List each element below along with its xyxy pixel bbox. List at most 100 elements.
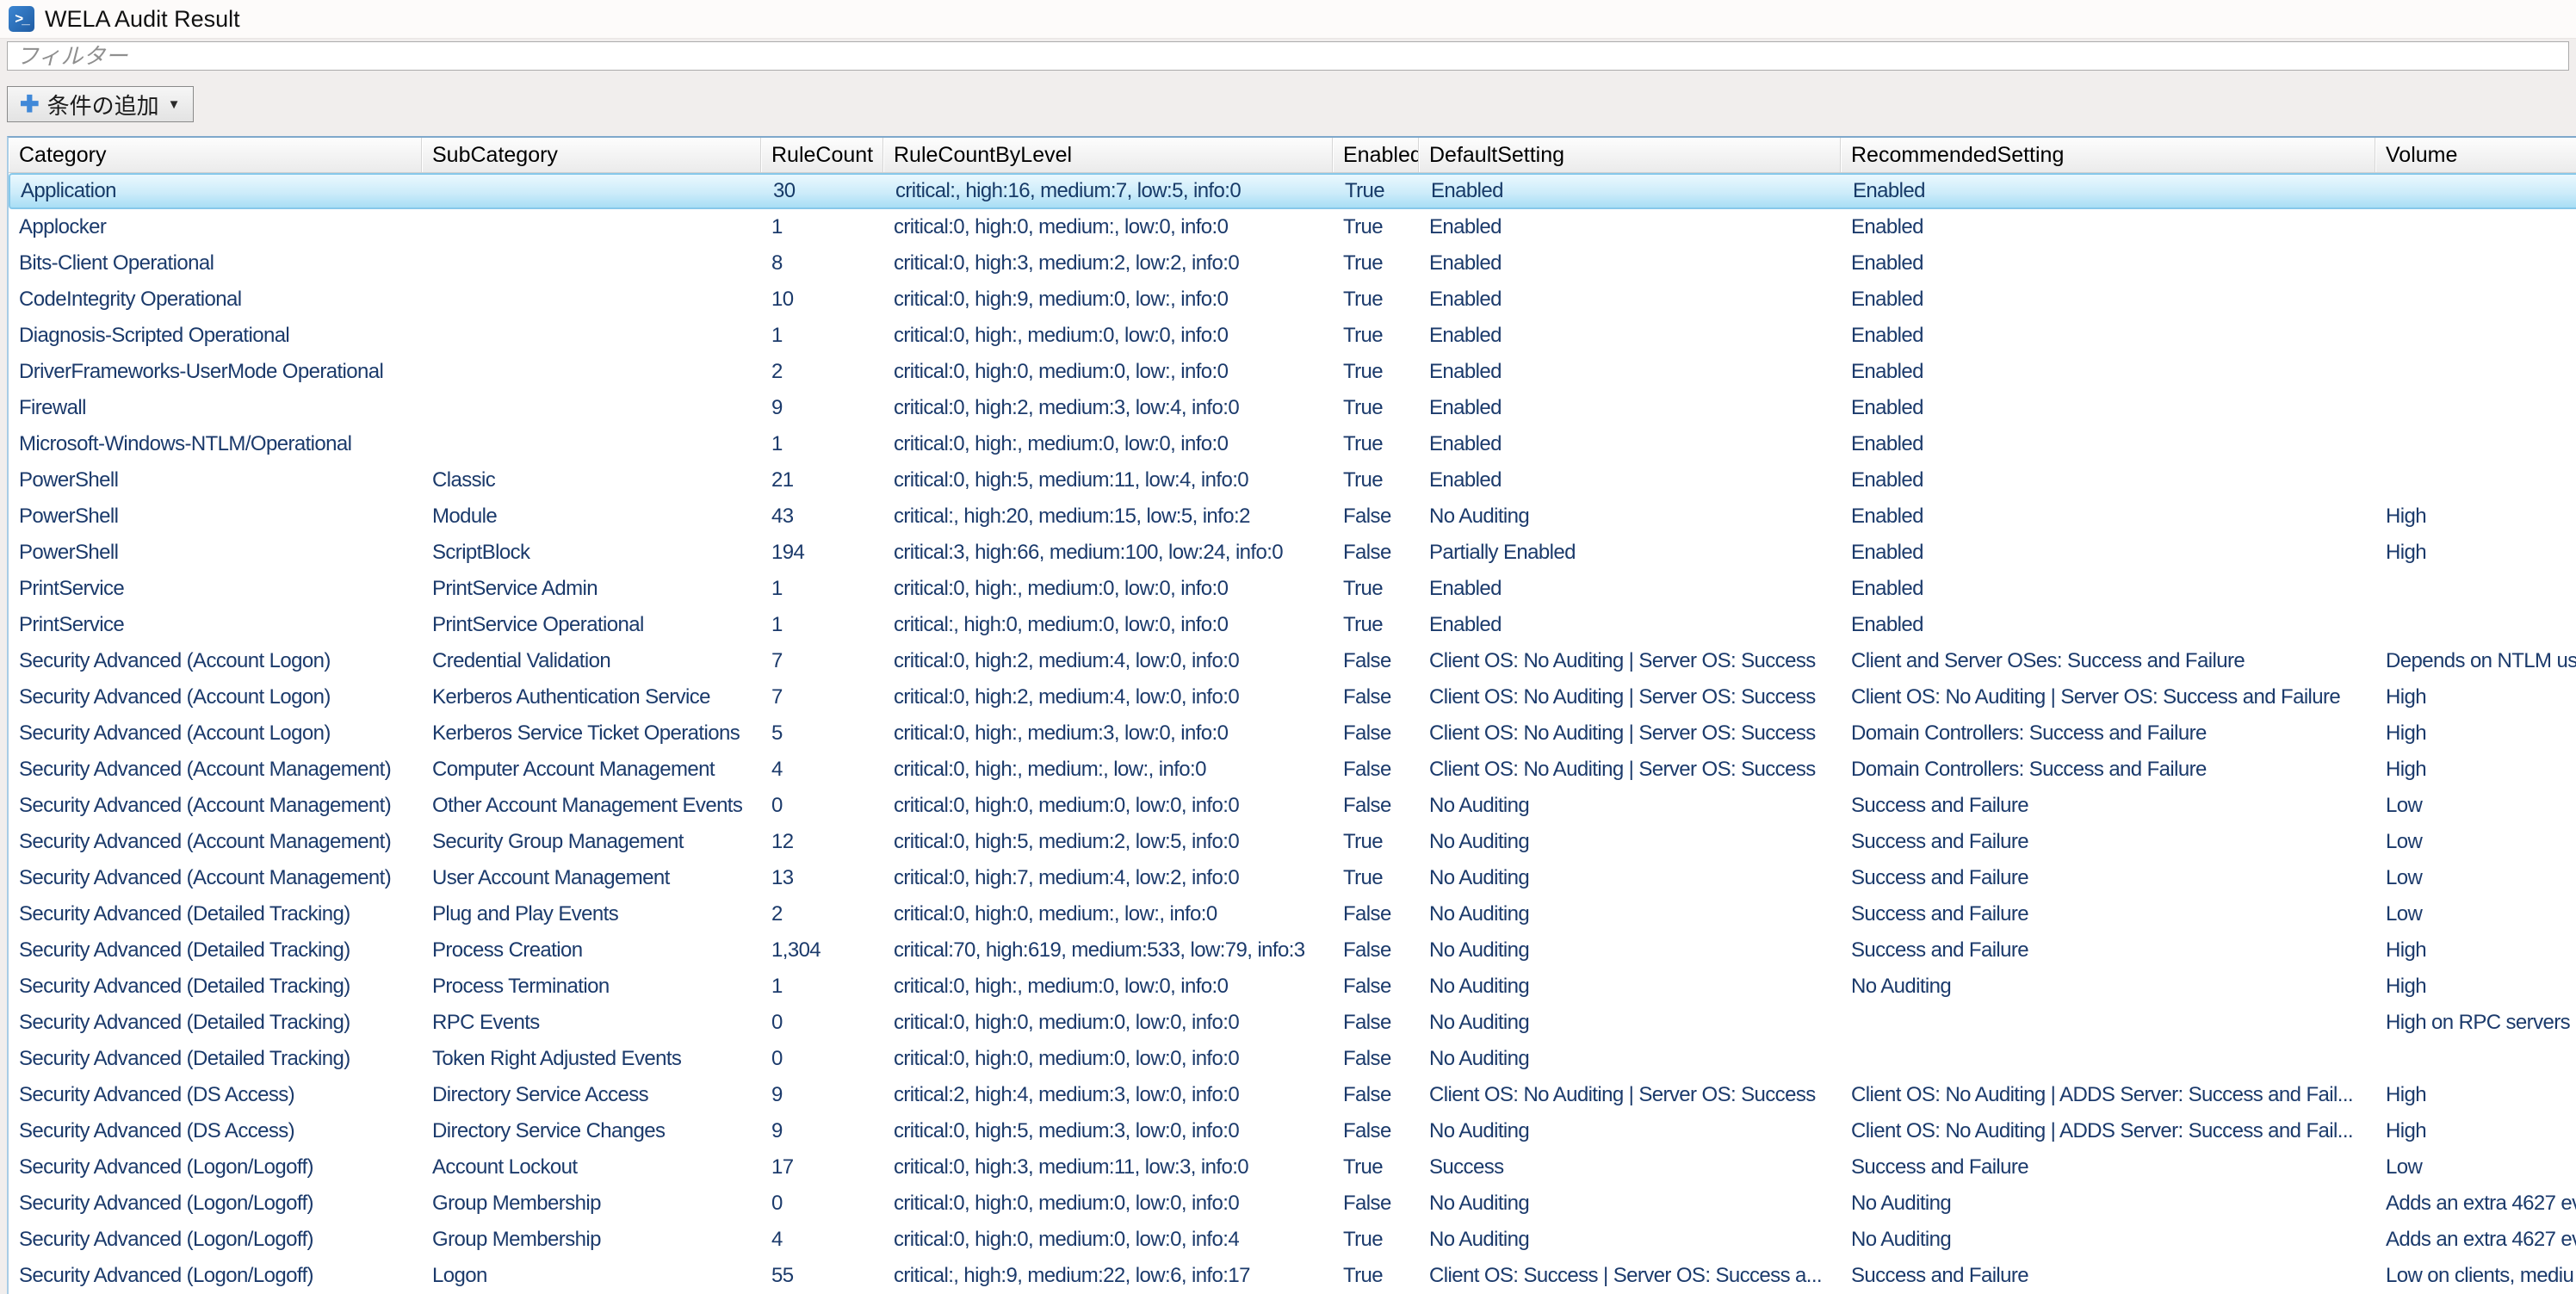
cell-recommendedsetting: Success and Failure [1841, 1149, 2375, 1186]
table-row[interactable]: Microsoft-Windows-NTLM/Operational1criti… [9, 426, 2576, 462]
cell-rulecount: 1 [761, 969, 883, 1005]
cell-volume: Low [2375, 1149, 2576, 1186]
cell-enabled: False [1333, 1077, 1419, 1113]
cell-enabled: False [1333, 1005, 1419, 1041]
cell-defaultsetting: Enabled [1419, 426, 1841, 462]
table-row[interactable]: Security Advanced (DS Access)Directory S… [9, 1077, 2576, 1113]
table-row[interactable]: Security Advanced (Account Management)Ot… [9, 788, 2576, 824]
table-row[interactable]: Security Advanced (Detailed Tracking)Tok… [9, 1041, 2576, 1077]
table-row[interactable]: Security Advanced (Detailed Tracking)Pro… [9, 932, 2576, 969]
cell-volume: Low [2375, 860, 2576, 896]
column-header-enabled[interactable]: Enabled [1333, 138, 1419, 172]
cell-subcategory: PrintService Operational [422, 607, 761, 643]
table-row[interactable]: Security Advanced (Account Management)Se… [9, 824, 2576, 860]
cell-defaultsetting: Enabled [1419, 318, 1841, 354]
cell-enabled: False [1333, 969, 1419, 1005]
table-row[interactable]: Diagnosis-Scripted Operational1critical:… [9, 318, 2576, 354]
cell-rulecountbylevel: critical:0, high:0, medium:0, low:0, inf… [883, 1186, 1333, 1222]
cell-rulecount: 1 [761, 607, 883, 643]
cell-subcategory: RPC Events [422, 1005, 761, 1041]
column-header-rulecount[interactable]: RuleCount [761, 138, 883, 172]
cell-rulecount: 12 [761, 824, 883, 860]
table-row[interactable]: Security Advanced (Account Logon)Kerbero… [9, 715, 2576, 752]
table-row[interactable]: DriverFrameworks-UserMode Operational2cr… [9, 354, 2576, 390]
cell-defaultsetting: Client OS: No Auditing | Server OS: Succ… [1419, 752, 1841, 788]
cell-volume: High [2375, 969, 2576, 1005]
table-row[interactable]: Application30critical:, high:16, medium:… [9, 173, 2576, 209]
column-header-subcategory[interactable]: SubCategory [422, 138, 761, 172]
table-row[interactable]: Applocker1critical:0, high:0, medium:, l… [9, 209, 2576, 245]
cell-category: PowerShell [9, 498, 422, 535]
cell-subcategory: Classic [422, 462, 761, 498]
table-row[interactable]: Security Advanced (Account Logon)Kerbero… [9, 679, 2576, 715]
cell-defaultsetting: Partially Enabled [1419, 535, 1841, 571]
table-row[interactable]: Security Advanced (Account Management)Co… [9, 752, 2576, 788]
cell-recommendedsetting: Enabled [1841, 318, 2375, 354]
add-criteria-button[interactable]: ✚ 条件の追加 ▼ [7, 86, 194, 122]
table-row[interactable]: PowerShellClassic21critical:0, high:5, m… [9, 462, 2576, 498]
table-row[interactable]: PowerShellScriptBlock194critical:3, high… [9, 535, 2576, 571]
table-row[interactable]: PrintServicePrintService Operational1cri… [9, 607, 2576, 643]
column-header-rulecountbylevel[interactable]: RuleCountByLevel [883, 138, 1333, 172]
cell-rulecountbylevel: critical:0, high:0, medium:0, low:0, inf… [883, 1222, 1333, 1258]
cell-defaultsetting: No Auditing [1419, 1186, 1841, 1222]
table-row[interactable]: Security Advanced (Logon/Logoff)Group Me… [9, 1186, 2576, 1222]
cell-subcategory [424, 175, 763, 207]
cell-defaultsetting: No Auditing [1419, 1041, 1841, 1077]
cell-rulecountbylevel: critical:0, high:9, medium:0, low:, info… [883, 282, 1333, 318]
cell-rulecount: 1 [761, 571, 883, 607]
table-row[interactable]: Security Advanced (Logon/Logoff)Group Me… [9, 1222, 2576, 1258]
cell-recommendedsetting: Client OS: No Auditing | Server OS: Succ… [1841, 679, 2375, 715]
cell-rulecount: 43 [761, 498, 883, 535]
cell-recommendedsetting: Enabled [1841, 462, 2375, 498]
cell-volume: Low [2375, 824, 2576, 860]
cell-enabled: True [1333, 318, 1419, 354]
cell-rulecountbylevel: critical:0, high:0, medium:, low:0, info… [883, 209, 1333, 245]
cell-enabled: False [1333, 752, 1419, 788]
cell-volume [2375, 1041, 2576, 1077]
cell-category: Security Advanced (DS Access) [9, 1077, 422, 1113]
cell-rulecountbylevel: critical:0, high:, medium:3, low:0, info… [883, 715, 1333, 752]
table-row[interactable]: PrintServicePrintService Admin1critical:… [9, 571, 2576, 607]
filter-input[interactable] [7, 41, 2569, 71]
cell-rulecountbylevel: critical:0, high:0, medium:0, low:0, inf… [883, 1041, 1333, 1077]
cell-category: Applocker [9, 209, 422, 245]
table-row[interactable]: Security Advanced (Account Management)Us… [9, 860, 2576, 896]
results-grid: CategorySubCategoryRuleCountRuleCountByL… [7, 136, 2576, 1294]
cell-rulecountbylevel: critical:0, high:0, medium:, low:, info:… [883, 896, 1333, 932]
column-header-defaultsetting[interactable]: DefaultSetting [1419, 138, 1841, 172]
cell-volume: High on RPC servers ( [2375, 1005, 2576, 1041]
cell-subcategory: PrintService Admin [422, 571, 761, 607]
cell-rulecountbylevel: critical:0, high:, medium:, low:, info:0 [883, 752, 1333, 788]
cell-volume: High [2375, 679, 2576, 715]
table-row[interactable]: Bits-Client Operational8critical:0, high… [9, 245, 2576, 282]
cell-rulecount: 2 [761, 896, 883, 932]
column-header-recommendedsetting[interactable]: RecommendedSetting [1841, 138, 2375, 172]
cell-rulecount: 5 [761, 715, 883, 752]
cell-enabled: False [1333, 715, 1419, 752]
cell-subcategory: User Account Management [422, 860, 761, 896]
table-row[interactable]: Security Advanced (Detailed Tracking)Plu… [9, 896, 2576, 932]
column-header-category[interactable]: Category [9, 138, 422, 172]
table-row[interactable]: Security Advanced (Detailed Tracking)RPC… [9, 1005, 2576, 1041]
table-row[interactable]: CodeIntegrity Operational10critical:0, h… [9, 282, 2576, 318]
table-row[interactable]: PowerShellModule43critical:, high:20, me… [9, 498, 2576, 535]
cell-defaultsetting: No Auditing [1419, 1113, 1841, 1149]
table-row[interactable]: Security Advanced (DS Access)Directory S… [9, 1113, 2576, 1149]
table-row[interactable]: Firewall9critical:0, high:2, medium:3, l… [9, 390, 2576, 426]
cell-enabled: False [1333, 498, 1419, 535]
cell-rulecountbylevel: critical:0, high:5, medium:11, low:4, in… [883, 462, 1333, 498]
cell-category: Security Advanced (Account Management) [9, 860, 422, 896]
cell-recommendedsetting: Enabled [1841, 498, 2375, 535]
cell-rulecountbylevel: critical:, high:0, medium:0, low:0, info… [883, 607, 1333, 643]
cell-rulecount: 9 [761, 1113, 883, 1149]
table-row[interactable]: Security Advanced (Logon/Logoff)Logon55c… [9, 1258, 2576, 1294]
powershell-icon: >_ [9, 6, 34, 32]
cell-defaultsetting: Client OS: No Auditing | Server OS: Succ… [1419, 643, 1841, 679]
cell-category: Security Advanced (Detailed Tracking) [9, 969, 422, 1005]
column-header-volume[interactable]: Volume [2375, 138, 2576, 172]
table-row[interactable]: Security Advanced (Account Logon)Credent… [9, 643, 2576, 679]
cell-subcategory: Kerberos Authentication Service [422, 679, 761, 715]
table-row[interactable]: Security Advanced (Detailed Tracking)Pro… [9, 969, 2576, 1005]
table-row[interactable]: Security Advanced (Logon/Logoff)Account … [9, 1149, 2576, 1186]
